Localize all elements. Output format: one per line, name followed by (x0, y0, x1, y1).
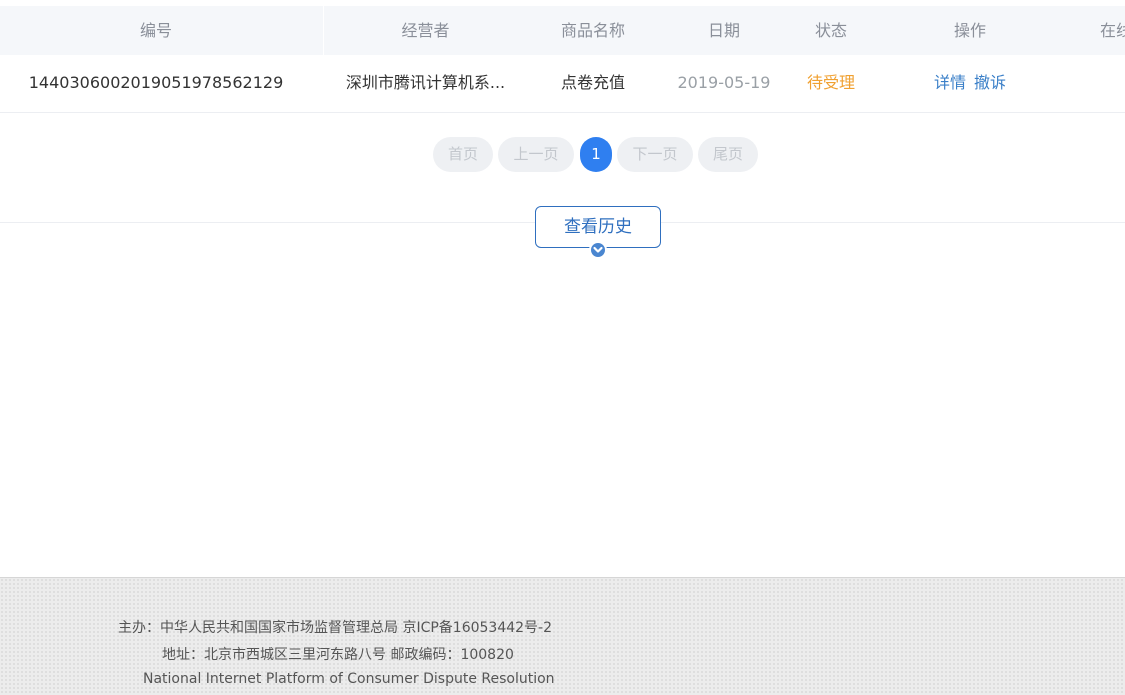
prev-page-button[interactable]: 上一页 (498, 137, 574, 172)
header-product: 商品名称 (560, 21, 625, 40)
header-status: 状态 (814, 21, 847, 40)
footer-address: 地址：北京市西城区三里河东路八号 邮政编码：100820 (162, 647, 514, 663)
header-online: 在线 (1100, 21, 1125, 40)
header-id: 编号 (139, 21, 172, 40)
row-actions: 详情 撤诉 (900, 55, 1040, 113)
row-operator: 深圳市腾讯计算机系... (345, 73, 506, 92)
first-page-button[interactable]: 首页 (433, 137, 493, 172)
footer-sponsor: 主办：中华人民共和国国家市场监督管理总局 京ICP备16053442号-2 (118, 620, 553, 636)
last-page-button[interactable]: 尾页 (698, 137, 758, 172)
next-page-button[interactable]: 下一页 (617, 137, 693, 172)
complaint-table: 编号 经营者 商品名称 日期 状态 操作 在线 1440306002019051… (0, 6, 1125, 113)
header-actions: 操作 (953, 21, 986, 40)
footer-english: National Internet Platform of Consumer D… (143, 671, 555, 687)
table-header: 编号 经营者 商品名称 日期 状态 操作 在线 (0, 6, 1125, 55)
row-id: 1440306002019051978562129 (28, 73, 284, 92)
pagination: 首页 上一页 1 下一页 尾页 (0, 137, 1125, 173)
complaint-list-page: 编号 经营者 商品名称 日期 状态 操作 在线 1440306002019051… (0, 0, 1125, 695)
row-product: 点卷充值 (560, 73, 625, 92)
chevron-down-icon[interactable] (589, 241, 607, 259)
status-badge: 待受理 (806, 73, 855, 92)
detail-link[interactable]: 详情 (934, 73, 966, 92)
row-date: 2019-05-19 (677, 73, 771, 92)
withdraw-link[interactable]: 撤诉 (974, 73, 1006, 92)
table-row: 1440306002019051978562129 深圳市腾讯计算机系... 点… (0, 55, 1125, 113)
page-1-button[interactable]: 1 (580, 137, 612, 172)
footer: 主办：中华人民共和国国家市场监督管理总局 京ICP备16053442号-2 地址… (0, 577, 1125, 695)
header-operator: 经营者 (401, 21, 450, 40)
header-date: 日期 (707, 21, 740, 40)
